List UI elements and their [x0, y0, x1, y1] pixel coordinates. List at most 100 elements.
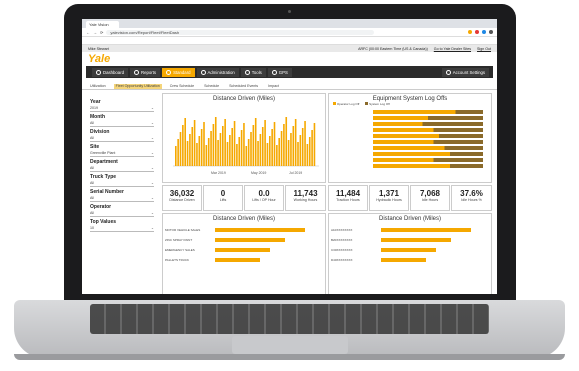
logoff-system-bar [433, 158, 483, 162]
filter-division[interactable]: Division All ⌄ [90, 129, 154, 142]
filter-site[interactable]: Site Greenville Plant ⌄ [90, 144, 154, 157]
distance-bar [217, 140, 219, 166]
distance-bar [198, 136, 201, 166]
url-field[interactable]: yalevision.com/Report/Fleet/FleetDash [106, 29, 375, 35]
distance-bar [299, 135, 302, 166]
nav-standard[interactable]: Standard [162, 67, 195, 77]
logoff-system-bar [433, 128, 483, 132]
laptop-base-edge [14, 354, 565, 360]
filter-year[interactable]: Year 2019 ⌄ [90, 99, 154, 112]
distance-bar [189, 134, 191, 166]
distance-bar [200, 129, 203, 166]
chevron-down-icon: ⌄ [150, 136, 154, 140]
logoff-operator-bar [373, 128, 434, 132]
forward-icon[interactable]: → [93, 30, 97, 35]
row-bar [381, 228, 471, 232]
browser-tab[interactable]: Yale Vision [86, 21, 119, 28]
menu-icon[interactable] [489, 30, 493, 34]
nav-label: Account Settings [452, 69, 485, 75]
filter-value: All [90, 181, 94, 185]
row-label: EMERGENCY SALES [165, 248, 195, 252]
filter-department[interactable]: Department All ⌄ [90, 159, 154, 172]
keyboard [90, 304, 489, 334]
chevron-down-icon: ⌄ [150, 211, 154, 215]
row-label: ZINC SPRAY PAINT [165, 238, 192, 242]
user-bar: Mike Stewart ARFC (00:00 Eastern Time (U… [82, 45, 497, 52]
chevron-down-icon: ⌄ [150, 196, 154, 200]
kpi-value: 0.0 [258, 189, 270, 198]
distance-bar [283, 124, 285, 166]
sign-out-link[interactable]: Sign Out [477, 47, 491, 51]
distance-bar [238, 137, 241, 166]
logoff-system-bar [428, 116, 483, 120]
distance-bar [264, 120, 266, 166]
logoff-operator-bar [373, 158, 434, 162]
kpi-value: 1,371 [378, 189, 400, 198]
logoff-operator-bar [373, 140, 434, 144]
logo-row: Yale [82, 52, 497, 66]
distance-bar [205, 145, 208, 166]
nav-dashboard[interactable]: Dashboard [92, 67, 129, 77]
account-settings-button[interactable]: Account Settings [441, 67, 489, 77]
reload-icon[interactable]: ⟳ [100, 30, 103, 35]
extension-icon[interactable] [475, 30, 479, 34]
go-to-link[interactable]: Go to Yale Dealer Sites [434, 47, 471, 51]
chevron-down-icon: ⌄ [150, 181, 154, 185]
nav-label: Tools [251, 69, 262, 75]
logoffs-stacked-bar-chart [373, 110, 483, 168]
chevron-down-icon: ⌄ [150, 121, 154, 125]
kpi-value: 36,032 [169, 189, 195, 198]
x-tick-label: May 2019 [251, 171, 266, 175]
filter-top-values[interactable]: Top Values 10 ⌄ [90, 219, 154, 232]
kpi-value: 37.6% [460, 189, 483, 198]
kpi-label: Working Hours [293, 198, 318, 202]
logoff-system-bar [439, 134, 483, 138]
distance-bar [292, 126, 295, 166]
nav-label: Administration [207, 69, 235, 75]
kpi-label: Traction Hours [336, 198, 360, 202]
extension-icon[interactable] [482, 30, 486, 34]
filter-truck-type[interactable]: Truck Type All ⌄ [90, 174, 154, 187]
row-bar [215, 228, 305, 232]
filter-month[interactable]: Month All ⌄ [90, 114, 154, 127]
distance-bar [259, 134, 262, 166]
distance-bar [196, 143, 198, 166]
distance-bar [306, 144, 309, 166]
wrench-icon [244, 69, 250, 75]
row-label: A10XXXXXXXX [331, 228, 352, 232]
distance-bar [252, 125, 255, 166]
kpi-value: 11,484 [335, 189, 361, 198]
filter-operator[interactable]: Operator All ⌄ [90, 204, 154, 217]
row-label: D40XXXXXXXX [331, 258, 353, 262]
nav-administration[interactable]: Administration [196, 67, 239, 77]
distance-bar [254, 118, 257, 166]
kpi-distance: 36,032 Distance Driven [162, 185, 202, 211]
kpi-label: Idle Hours [421, 198, 439, 202]
distance-by-dept-panel: Distance Driven (Miles) MOTOR VEHICLE SA… [162, 213, 326, 294]
row-bar [215, 258, 260, 262]
distance-by-truck-chart: A10XXXXXXXX B20XXXXXXXX C30XXXXXXXX D40XXXX… [331, 228, 471, 262]
dashboard-main: Year 2019 ⌄ Month All ⌄ Division All ⌄ Site Gre… [82, 89, 497, 294]
nav-reports[interactable]: Reports [130, 67, 161, 77]
distance-bar [301, 128, 304, 166]
nav-gps[interactable]: GPS [267, 67, 292, 77]
distance-bar [226, 142, 229, 166]
distance-bar [224, 119, 226, 166]
distance-bar [182, 125, 184, 166]
extension-icon[interactable] [468, 30, 472, 34]
logoff-system-bar [433, 140, 483, 144]
filter-value: All [90, 166, 94, 170]
back-icon[interactable]: ← [86, 30, 90, 35]
kpi-label: Distance Driven [169, 198, 195, 202]
distance-bar [240, 130, 243, 166]
distance-bar [257, 141, 259, 166]
user-name: Mike Stewart [88, 46, 109, 51]
distance-bar-chart: Mar 2019 May 2019 Jul 2019 [173, 117, 319, 175]
distance-bar [179, 132, 182, 166]
nav-label: Standard [173, 69, 191, 75]
distance-bar [290, 133, 292, 166]
extension-icons [468, 30, 497, 34]
filter-serial-number[interactable]: Serial Number All ⌄ [90, 189, 154, 202]
distance-bar [222, 126, 224, 166]
nav-tools[interactable]: Tools [240, 67, 266, 77]
